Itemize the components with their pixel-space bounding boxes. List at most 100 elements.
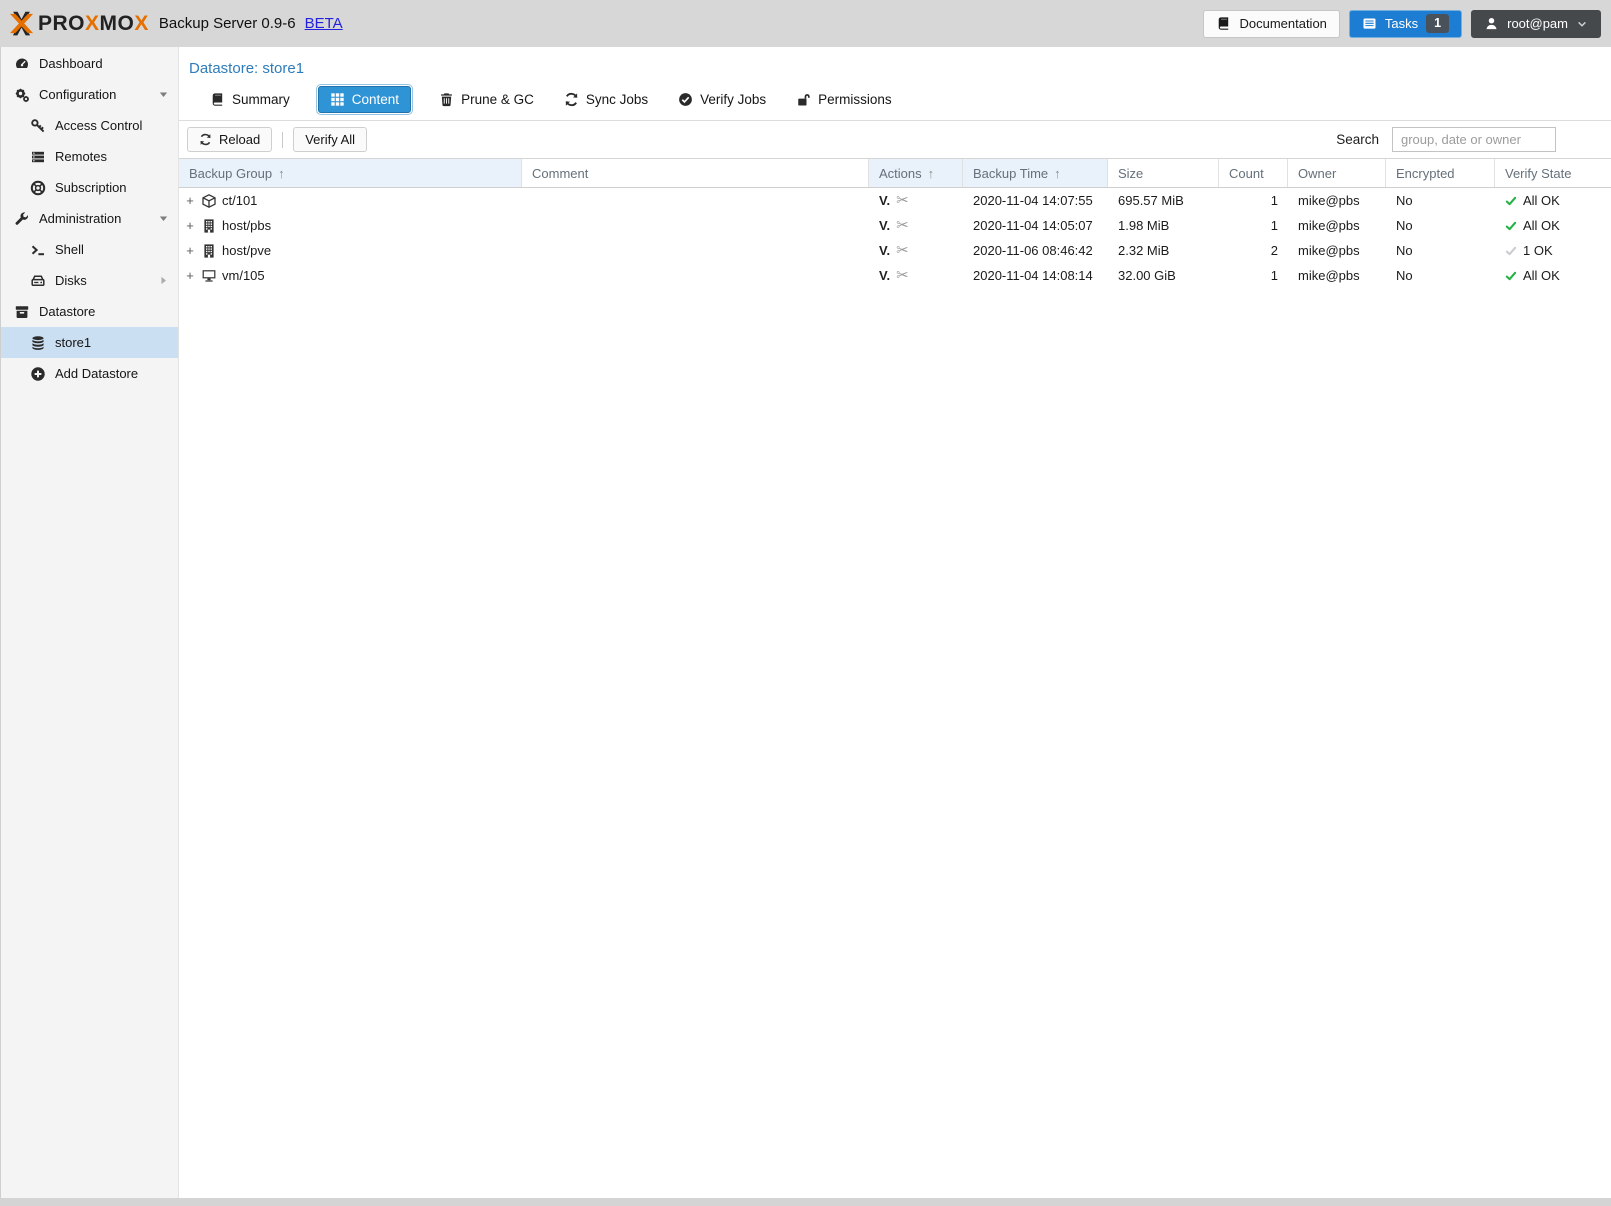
book-icon <box>1216 16 1231 31</box>
main-panel: Datastore: store1 Summary Content Prune … <box>179 47 1611 1198</box>
sidebar-item-label: Configuration <box>39 87 116 102</box>
brand-text: PROXMOX <box>38 12 149 36</box>
cell-count: 1 <box>1219 268 1288 283</box>
verify-action[interactable]: V. <box>879 218 890 233</box>
verify-state-label: All OK <box>1523 218 1560 233</box>
check-icon <box>1505 195 1517 207</box>
column-header-verify-state[interactable]: Verify State <box>1495 159 1611 187</box>
tasks-button[interactable]: Tasks 1 <box>1349 10 1462 38</box>
cell-verify-state: All OK <box>1495 193 1611 208</box>
table-row[interactable]: + ct/101 V. ✂ 2020-11-04 14:07:55 695.57… <box>179 188 1611 213</box>
scissors-icon[interactable]: ✂ <box>896 243 909 258</box>
cell-owner: mike@pbs <box>1288 243 1386 258</box>
cell-encrypted: No <box>1386 218 1495 233</box>
tab-permissions[interactable]: Permissions <box>794 87 894 112</box>
cell-backup-time: 2020-11-04 14:08:14 <box>963 268 1108 283</box>
sidebar-item-remotes[interactable]: Remotes <box>1 141 178 172</box>
scissors-icon[interactable]: ✂ <box>896 268 909 283</box>
cell-backup-time: 2020-11-06 08:46:42 <box>963 243 1108 258</box>
trash-icon <box>439 92 454 107</box>
sidebar-item-subscription[interactable]: Subscription <box>1 172 178 203</box>
verify-action[interactable]: V. <box>879 243 890 258</box>
column-header-comment[interactable]: Comment <box>522 159 869 187</box>
cell-backup-group: + vm/105 <box>179 268 522 284</box>
scissors-icon[interactable]: ✂ <box>896 218 909 233</box>
scissors-icon[interactable]: ✂ <box>896 193 909 208</box>
sidebar-item-add-datastore[interactable]: Add Datastore <box>1 358 178 389</box>
caret-right-icon <box>157 274 170 287</box>
chevron-down-icon <box>1576 18 1588 30</box>
tab-summary[interactable]: Summary <box>208 87 292 112</box>
column-header-owner[interactable]: Owner <box>1288 159 1386 187</box>
documentation-button[interactable]: Documentation <box>1203 10 1339 38</box>
verify-all-label: Verify All <box>305 132 355 147</box>
column-header-backup-group[interactable]: Backup Group <box>179 159 522 187</box>
sidebar-item-label: Administration <box>39 211 121 226</box>
tab-sync-jobs[interactable]: Sync Jobs <box>562 87 650 112</box>
sidebar: Dashboard Configuration Access Control R… <box>1 47 179 1198</box>
cell-count: 1 <box>1219 218 1288 233</box>
tab-label: Sync Jobs <box>586 92 648 107</box>
lifering-icon <box>30 180 46 196</box>
cell-size: 695.57 MiB <box>1108 193 1219 208</box>
expand-toggle[interactable]: + <box>184 268 196 283</box>
proxmox-logo: PROXMOX <box>8 10 149 37</box>
sidebar-item-shell[interactable]: Shell <box>1 234 178 265</box>
verify-action[interactable]: V. <box>879 268 890 283</box>
sidebar-item-datastore[interactable]: Datastore <box>1 296 178 327</box>
product-version: Backup Server 0.9-6 <box>159 15 296 32</box>
sidebar-item-label: Disks <box>55 273 87 288</box>
book-icon <box>210 92 225 107</box>
sidebar-item-dashboard[interactable]: Dashboard <box>1 48 178 79</box>
sidebar-item-label: Access Control <box>55 118 142 133</box>
tab-prune-gc[interactable]: Prune & GC <box>437 87 536 112</box>
sidebar-item-administration[interactable]: Administration <box>1 203 178 234</box>
refresh-icon <box>564 92 579 107</box>
desktop-icon <box>201 268 217 284</box>
search-area: Search <box>1336 127 1556 152</box>
caret-down-icon <box>157 212 170 225</box>
cell-count: 2 <box>1219 243 1288 258</box>
column-header-count[interactable]: Count <box>1219 159 1288 187</box>
cell-owner: mike@pbs <box>1288 218 1386 233</box>
cell-backup-time: 2020-11-04 14:07:55 <box>963 193 1108 208</box>
table-row[interactable]: + host/pbs V. ✂ 2020-11-04 14:05:07 1.98… <box>179 213 1611 238</box>
beta-link[interactable]: BETA <box>305 15 343 32</box>
column-header-encrypted[interactable]: Encrypted <box>1386 159 1495 187</box>
proxmox-backup-server-window: PROXMOX Backup Server 0.9-6 BETA Documen… <box>0 0 1611 1206</box>
tab-content[interactable]: Content <box>318 86 411 113</box>
backup-group-label: host/pve <box>222 243 271 258</box>
dashboard-icon <box>14 56 30 72</box>
sidebar-item-configuration[interactable]: Configuration <box>1 79 178 110</box>
tab-verify-jobs[interactable]: Verify Jobs <box>676 87 768 112</box>
reload-label: Reload <box>219 132 260 147</box>
table-row[interactable]: + vm/105 V. ✂ 2020-11-04 14:08:14 32.00 … <box>179 263 1611 288</box>
reload-button[interactable]: Reload <box>187 127 272 152</box>
sidebar-item-store1[interactable]: store1 <box>1 327 178 358</box>
cell-verify-state: 1 OK <box>1495 243 1611 258</box>
verify-action[interactable]: V. <box>879 193 890 208</box>
sidebar-item-access-control[interactable]: Access Control <box>1 110 178 141</box>
verify-state-label: All OK <box>1523 193 1560 208</box>
building-icon <box>201 218 217 234</box>
user-menu-button[interactable]: root@pam <box>1471 10 1601 38</box>
cell-owner: mike@pbs <box>1288 268 1386 283</box>
sidebar-item-disks[interactable]: Disks <box>1 265 178 296</box>
expand-toggle[interactable]: + <box>184 218 196 233</box>
search-input[interactable] <box>1392 127 1556 152</box>
verify-all-button[interactable]: Verify All <box>293 127 367 152</box>
expand-toggle[interactable]: + <box>184 243 196 258</box>
expand-toggle[interactable]: + <box>184 193 196 208</box>
column-header-backup-time[interactable]: Backup Time <box>963 159 1108 187</box>
documentation-label: Documentation <box>1239 16 1326 31</box>
wrench-icon <box>14 211 30 227</box>
tab-label: Verify Jobs <box>700 92 766 107</box>
cube-icon <box>201 193 217 209</box>
sidebar-item-label: Subscription <box>55 180 127 195</box>
page-title: Datastore: store1 <box>179 47 1611 78</box>
topbar-actions: Documentation Tasks 1 root@pam <box>1203 10 1601 38</box>
table-row[interactable]: + host/pve V. ✂ 2020-11-06 08:46:42 2.32… <box>179 238 1611 263</box>
column-header-actions[interactable]: Actions <box>869 159 963 187</box>
column-header-size[interactable]: Size <box>1108 159 1219 187</box>
tab-label: Content <box>352 92 399 107</box>
